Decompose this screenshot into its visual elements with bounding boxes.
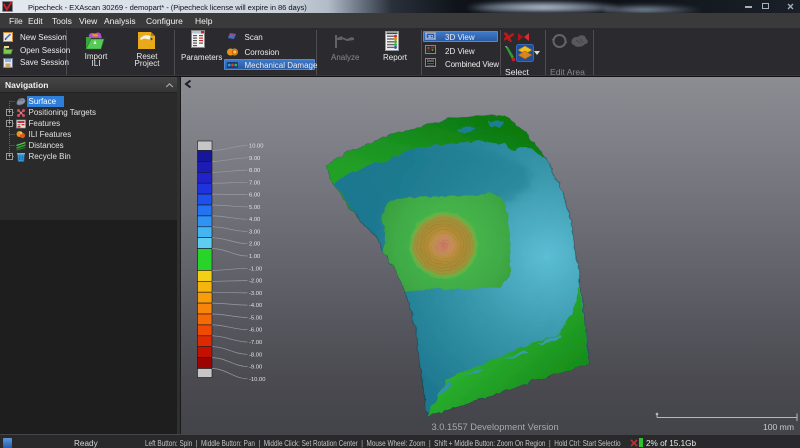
svg-text:8.00: 8.00 — [249, 168, 260, 174]
svg-text:1.00: 1.00 — [249, 254, 260, 260]
svg-text:-1.00: -1.00 — [249, 266, 262, 272]
svg-text:-9.00: -9.00 — [249, 365, 262, 371]
svg-text:3.00: 3.00 — [249, 230, 260, 236]
svg-text:5.00: 5.00 — [249, 205, 260, 211]
svg-text:-2.00: -2.00 — [249, 279, 262, 285]
svg-text:10.00: 10.00 — [249, 144, 264, 150]
svg-text:DMG: DMG — [427, 59, 435, 63]
svg-text:3.0.1557 Development Version: 3.0.1557 Development Version — [432, 422, 559, 432]
svg-text:6.00: 6.00 — [249, 193, 260, 199]
svg-text:-10.00: -10.00 — [249, 377, 265, 383]
svg-text:4.00: 4.00 — [249, 217, 260, 223]
svg-text:2.00: 2.00 — [249, 242, 260, 248]
svg-text:7.00: 7.00 — [249, 180, 260, 186]
svg-text:-5.00: -5.00 — [249, 315, 262, 321]
svg-text:9.00: 9.00 — [249, 156, 260, 162]
svg-text:3D: 3D — [428, 33, 435, 38]
svg-text:-8.00: -8.00 — [249, 352, 262, 358]
svg-text:-7.00: -7.00 — [249, 340, 262, 346]
svg-text:100 mm: 100 mm — [763, 422, 794, 432]
svg-text:-4.00: -4.00 — [249, 303, 262, 309]
svg-text:-6.00: -6.00 — [249, 328, 262, 334]
svg-text:-3.00: -3.00 — [249, 291, 262, 297]
